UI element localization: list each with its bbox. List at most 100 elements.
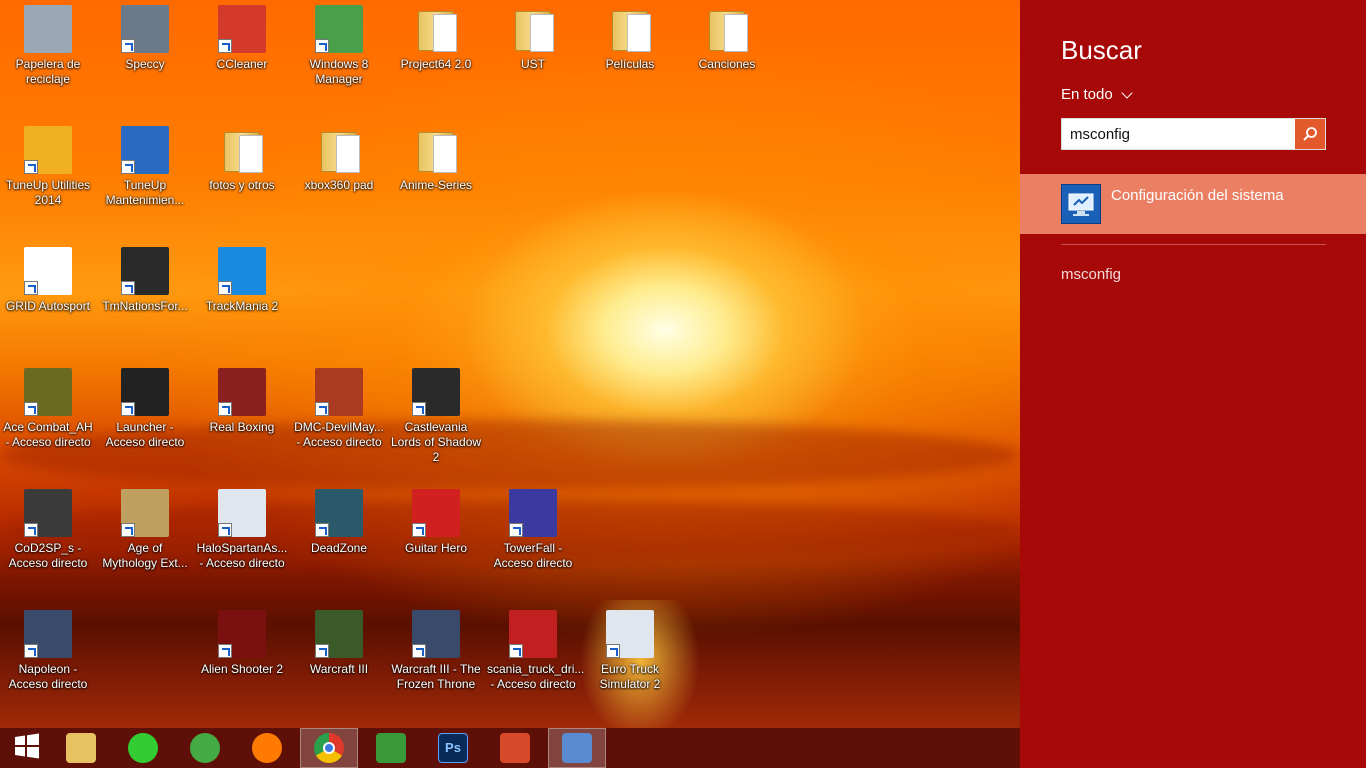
tuneup-utilities-icon — [24, 126, 72, 174]
desktop-icon[interactable]: CCleaner — [194, 5, 290, 72]
desktop-icon[interactable]: xbox360 pad — [291, 126, 387, 193]
desktop-icon-label: xbox360 pad — [304, 178, 374, 192]
desktop-icon[interactable]: fotos y otros — [194, 126, 290, 193]
desktop-icon[interactable]: Guitar Hero — [388, 489, 484, 556]
desktop-icon[interactable]: Euro Truck Simulator 2 — [582, 610, 678, 692]
launcher-icon — [121, 368, 169, 416]
desktop-icon[interactable]: Papelera de reciclaje — [0, 5, 96, 87]
trackmania2-icon — [218, 247, 266, 295]
desktop-icon[interactable]: Napoleon - Acceso directo — [0, 610, 96, 692]
razer-game-booster-icon — [128, 733, 158, 763]
desktop-icon-label: Canciones — [698, 57, 756, 71]
winamp-icon — [376, 733, 406, 763]
taskbar-xbox-button[interactable] — [176, 728, 234, 768]
shortcut-arrow-icon — [509, 644, 523, 658]
taskbar-razer-game-booster-button[interactable] — [114, 728, 172, 768]
taskbar-paint-button[interactable] — [548, 728, 606, 768]
desktop-icon[interactable]: Warcraft III — [291, 610, 387, 677]
desktop-icon[interactable]: DMC-DevilMay... - Acceso directo — [291, 368, 387, 450]
shortcut-arrow-icon — [24, 160, 38, 174]
shortcut-arrow-icon — [121, 402, 135, 416]
desktop-icon[interactable]: TuneUp Mantenimien... — [97, 126, 193, 208]
desktop-icon[interactable]: GRID Autosport — [0, 247, 96, 314]
media-player-icon — [252, 733, 282, 763]
desktop-icon[interactable]: TuneUp Utilities 2014 — [0, 126, 96, 208]
search-input[interactable] — [1062, 119, 1296, 149]
desktop-icon[interactable]: TrackMania 2 — [194, 247, 290, 314]
desktop-icon-label: Speccy — [125, 57, 165, 71]
search-icon — [1303, 127, 1317, 141]
shortcut-arrow-icon — [121, 160, 135, 174]
shortcut-arrow-icon — [121, 39, 135, 53]
desktop-icon-label: Launcher - Acceso directo — [105, 420, 185, 449]
desktop-icon[interactable]: TowerFall - Acceso directo — [485, 489, 581, 571]
grid-autosport-icon — [24, 247, 72, 295]
search-scope-dropdown[interactable]: En todo — [1061, 86, 1133, 103]
desktop-icon-label: TuneUp Utilities 2014 — [5, 178, 91, 207]
folder-icon — [509, 5, 557, 53]
ace-combat-icon — [24, 368, 72, 416]
scania-truck-icon — [509, 610, 557, 658]
desktop-icon-label: UST — [521, 57, 545, 71]
taskbar-windows-start-button[interactable] — [0, 728, 58, 768]
file-explorer-icon — [66, 733, 96, 763]
search-result-item[interactable]: Configuración del sistema — [1020, 174, 1366, 234]
desktop-icon[interactable]: Ace Combat_AH - Acceso directo — [0, 368, 96, 450]
desktop-icon[interactable]: HaloSpartanAs... - Acceso directo — [194, 489, 290, 571]
taskbar-file-explorer-button[interactable] — [52, 728, 110, 768]
deadzone-icon — [315, 489, 363, 537]
folder-icon — [315, 126, 363, 174]
desktop-icon[interactable]: Castlevania Lords of Shadow 2 — [388, 368, 484, 465]
shortcut-arrow-icon — [218, 523, 232, 537]
desktop-icon[interactable]: CoD2SP_s - Acceso directo — [0, 489, 96, 571]
warcraft3-icon — [315, 610, 363, 658]
desktop-icon[interactable]: Speccy — [97, 5, 193, 72]
desktop-icon[interactable]: Canciones — [679, 5, 775, 72]
desktop-icon[interactable]: Alien Shooter 2 — [194, 610, 290, 677]
search-box — [1061, 118, 1326, 150]
taskbar: Ps — [0, 728, 1020, 768]
towerfall-icon — [509, 489, 557, 537]
desktop-icon[interactable]: Project64 2.0 — [388, 5, 484, 72]
charm-title: Buscar — [1061, 35, 1142, 65]
alien-shooter-icon — [218, 610, 266, 658]
desktop-icon[interactable]: Anime-Series — [388, 126, 484, 193]
desktop-icon-label: Project64 2.0 — [400, 57, 472, 71]
desktop-icon[interactable]: Warcraft III - The Frozen Throne — [388, 610, 484, 692]
castlevania-icon — [412, 368, 460, 416]
desktop-icon[interactable]: Launcher - Acceso directo — [97, 368, 193, 450]
desktop-icon[interactable]: Age of Mythology Ext... — [97, 489, 193, 571]
search-charm: Buscar En todo Configuración del sistema… — [1020, 0, 1366, 768]
recycle-bin-icon — [24, 5, 72, 53]
desktop-icon-label: CCleaner — [216, 57, 268, 71]
taskbar-photoshop-button[interactable]: Ps — [424, 728, 482, 768]
tmnations-icon — [121, 247, 169, 295]
desktop-icon[interactable]: TmNationsFor... — [97, 247, 193, 314]
taskbar-chrome-button[interactable] — [300, 728, 358, 768]
system-config-icon — [1061, 184, 1101, 224]
taskbar-shutdown-button[interactable] — [486, 728, 544, 768]
folder-icon — [218, 126, 266, 174]
taskbar-media-player-button[interactable] — [238, 728, 296, 768]
taskbar-winamp-button[interactable] — [362, 728, 420, 768]
search-button[interactable] — [1295, 119, 1325, 149]
desktop-icon-label: Napoleon - Acceso directo — [8, 662, 88, 691]
desktop-icon-label: Guitar Hero — [404, 541, 468, 555]
shortcut-arrow-icon — [315, 644, 329, 658]
desktop-icon-label: Windows 8 Manager — [309, 57, 369, 86]
desktop-icon-label: scania_truck_dri... - Acceso directo — [487, 662, 585, 691]
desktop-icon[interactable]: DeadZone — [291, 489, 387, 556]
desktop-icon-label: TowerFall - Acceso directo — [493, 541, 573, 570]
desktop-icon[interactable]: scania_truck_dri... - Acceso directo — [485, 610, 585, 692]
cod2-icon — [24, 489, 72, 537]
chrome-icon — [314, 733, 344, 763]
paint-icon — [562, 733, 592, 763]
desktop-icon[interactable]: UST — [485, 5, 581, 72]
desktop-icon[interactable]: Real Boxing — [194, 368, 290, 435]
photoshop-icon: Ps — [438, 733, 468, 763]
shutdown-icon — [500, 733, 530, 763]
desktop-icon[interactable]: Películas — [582, 5, 678, 72]
search-suggestion[interactable]: msconfig — [1061, 266, 1121, 283]
age-of-mythology-icon — [121, 489, 169, 537]
desktop-icon[interactable]: Windows 8 Manager — [291, 5, 387, 87]
